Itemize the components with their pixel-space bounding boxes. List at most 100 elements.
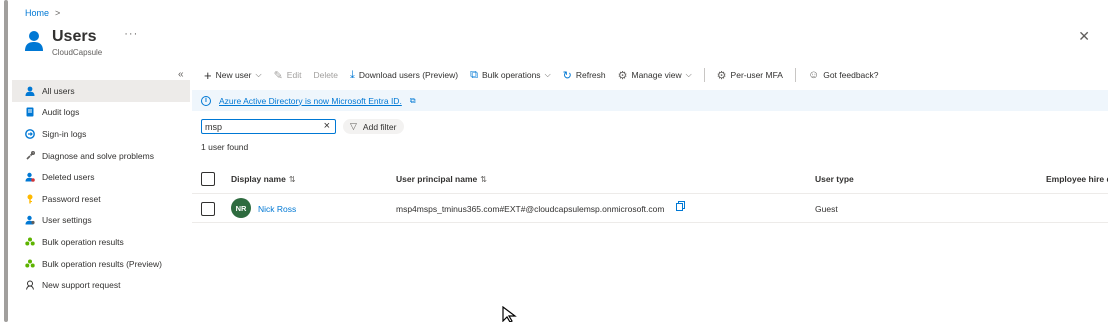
select-all-checkbox[interactable]	[201, 172, 215, 186]
manage-view-label: Manage view	[631, 70, 682, 80]
download-icon: ⤓	[350, 68, 355, 81]
download-users-label: Download users (Preview)	[358, 70, 459, 80]
user-principal-name: msp4msps_tminus365.com#EXT#@cloudcapsule…	[396, 204, 665, 214]
chevron-down-icon: ⌵	[255, 70, 262, 79]
breadcrumb-home-link[interactable]: Home	[25, 8, 49, 18]
sidebar-item-label: Deleted users	[42, 172, 95, 183]
toolbar-divider	[794, 68, 796, 82]
sign-in-icon	[25, 129, 35, 139]
sidebar-item-diagnose[interactable]: Diagnose and solve problems	[12, 145, 190, 167]
sidebar: All users Audit logs Sign-in logs Diagno…	[12, 80, 190, 296]
wrench-icon	[25, 150, 35, 161]
deleted-user-icon	[25, 172, 35, 182]
page-title: Users	[52, 28, 97, 45]
collapse-sidebar-button[interactable]: «	[178, 69, 184, 80]
toolbar-divider	[703, 68, 705, 82]
new-user-label: New user	[215, 70, 252, 80]
edit-button[interactable]: ✎ Edit	[274, 69, 302, 82]
sidebar-item-label: User settings	[42, 215, 92, 226]
tenant-subtitle: CloudCapsule	[52, 48, 103, 57]
close-icon[interactable]: ✕	[1078, 28, 1090, 45]
user-display-name-link[interactable]: Nick Ross	[258, 204, 296, 214]
sidebar-item-label: Sign-in logs	[42, 128, 87, 139]
chevron-down-icon: ⌵	[685, 70, 692, 79]
add-filter-label: Add filter	[362, 121, 397, 132]
column-header-upn[interactable]: User principal name ⇅	[396, 174, 487, 184]
sidebar-item-all-users[interactable]: All users	[12, 80, 190, 102]
sidebar-item-audit-logs[interactable]: Audit logs	[12, 102, 190, 124]
clear-search-icon[interactable]: ×	[324, 120, 330, 133]
sidebar-item-label: Diagnose and solve problems	[42, 150, 154, 161]
add-filter-button[interactable]: ▽ Add filter	[343, 119, 405, 134]
edit-label: Edit	[286, 70, 302, 80]
column-header-employee-hire-date[interactable]: Employee hire d	[1046, 174, 1108, 184]
feedback-label: Got feedback?	[823, 70, 879, 80]
sidebar-item-label: All users	[42, 85, 75, 96]
sidebar-item-sign-in-logs[interactable]: Sign-in logs	[12, 123, 190, 145]
table-row[interactable]: NR Nick Ross msp4msps_tminus365.com#EXT#…	[192, 194, 1108, 223]
users-icon	[25, 31, 43, 51]
breadcrumb: Home >	[25, 8, 60, 18]
page-header: Users CloudCapsule ···	[24, 28, 138, 57]
user-settings-icon	[25, 215, 35, 225]
bulk-operations-button[interactable]: ⧉ Bulk operations ⌵	[470, 69, 551, 82]
new-user-button[interactable]: + New user ⌵	[204, 68, 262, 83]
group-icon	[25, 237, 35, 247]
table-header: Display name ⇅ User principal name ⇅ User …	[192, 164, 1108, 194]
copy-icon[interactable]	[676, 201, 685, 211]
sidebar-item-deleted-users[interactable]: Deleted users	[12, 166, 190, 188]
sidebar-item-label: Bulk operation results	[42, 236, 124, 247]
delete-button[interactable]: Delete	[313, 70, 338, 80]
sort-icon: ⇅	[288, 175, 296, 184]
bulk-operations-label: Bulk operations	[481, 70, 541, 80]
external-link-icon[interactable]: ⧉	[410, 96, 416, 106]
support-icon	[25, 280, 35, 290]
sidebar-item-user-settings[interactable]: User settings	[12, 210, 190, 232]
more-options-button[interactable]: ···	[124, 28, 138, 40]
sidebar-item-new-support-request[interactable]: New support request	[12, 274, 190, 296]
gear-icon: ⚙	[716, 69, 727, 82]
chevron-down-icon: ⌵	[544, 70, 551, 79]
info-icon: i	[201, 95, 211, 106]
group-icon	[25, 259, 35, 269]
pencil-icon: ✎	[273, 69, 283, 82]
per-user-mfa-label: Per-user MFA	[730, 70, 783, 80]
refresh-label: Refresh	[575, 70, 606, 80]
user-icon	[25, 86, 35, 96]
result-count: 1 user found	[201, 142, 249, 152]
download-users-button[interactable]: ⤓ Download users (Preview)	[350, 69, 458, 82]
plus-icon: +	[204, 67, 212, 83]
user-type: Guest	[815, 204, 838, 214]
search-input[interactable]: msp ×	[201, 119, 336, 134]
sort-icon: ⇅	[480, 175, 487, 184]
mouse-cursor-icon	[502, 306, 517, 322]
sidebar-item-label: New support request	[42, 280, 121, 291]
command-bar: + New user ⌵ ✎ Edit Delete ⤓ Download us…	[204, 66, 891, 84]
sidebar-item-bulk-results-preview[interactable]: Bulk operation results (Preview)	[12, 253, 190, 275]
per-user-mfa-button[interactable]: ⚙ Per-user MFA	[717, 69, 783, 82]
search-value: msp	[205, 121, 223, 132]
sidebar-item-label: Audit logs	[42, 107, 80, 118]
gear-icon: ⚙	[617, 69, 628, 82]
sidebar-item-bulk-results[interactable]: Bulk operation results	[12, 231, 190, 253]
refresh-icon: ↻	[562, 69, 572, 82]
sidebar-item-label: Bulk operation results (Preview)	[42, 258, 162, 269]
breadcrumb-separator: >	[55, 8, 61, 18]
window-edge	[4, 0, 8, 322]
feedback-icon: ☺	[807, 69, 820, 81]
row-checkbox[interactable]	[201, 202, 215, 216]
delete-label: Delete	[313, 70, 339, 80]
audit-log-icon	[25, 107, 35, 117]
sidebar-item-label: Password reset	[42, 193, 101, 204]
avatar: NR	[231, 198, 251, 218]
key-icon	[25, 194, 35, 204]
entra-id-link[interactable]: Azure Active Directory is now Microsoft …	[219, 96, 402, 106]
feedback-button[interactable]: ☺ Got feedback?	[808, 69, 879, 81]
sidebar-item-password-reset[interactable]: Password reset	[12, 188, 190, 210]
refresh-button[interactable]: ↻ Refresh	[563, 69, 606, 82]
bulk-operations-icon: ⧉	[470, 68, 478, 81]
column-header-user-type[interactable]: User type	[815, 174, 854, 184]
info-banner: i Azure Active Directory is now Microsof…	[192, 90, 1108, 111]
column-header-display-name[interactable]: Display name ⇅	[231, 174, 296, 184]
manage-view-button[interactable]: ⚙ Manage view ⌵	[618, 69, 692, 82]
